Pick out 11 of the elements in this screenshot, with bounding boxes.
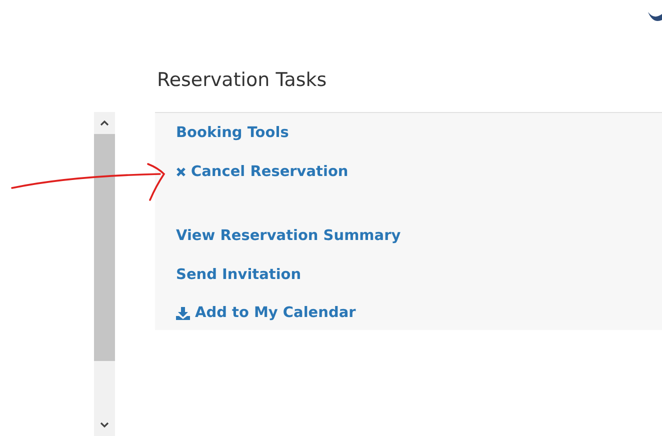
task-link[interactable]: Cancel Reservation [176, 162, 348, 182]
task-link[interactable]: Booking Tools [176, 124, 289, 143]
close-icon [176, 167, 186, 177]
scroll-up-icon[interactable] [100, 120, 109, 126]
task-link[interactable]: Add to My Calendar [176, 304, 356, 323]
section-title: Reservation Tasks [157, 69, 327, 91]
task-link[interactable]: Send Invitation [176, 266, 302, 284]
download-icon [176, 307, 190, 320]
task-link[interactable]: View Reservation Summary [176, 227, 401, 246]
scroll-down-icon[interactable] [100, 422, 109, 428]
scrollbar-thumb[interactable] [94, 134, 115, 361]
